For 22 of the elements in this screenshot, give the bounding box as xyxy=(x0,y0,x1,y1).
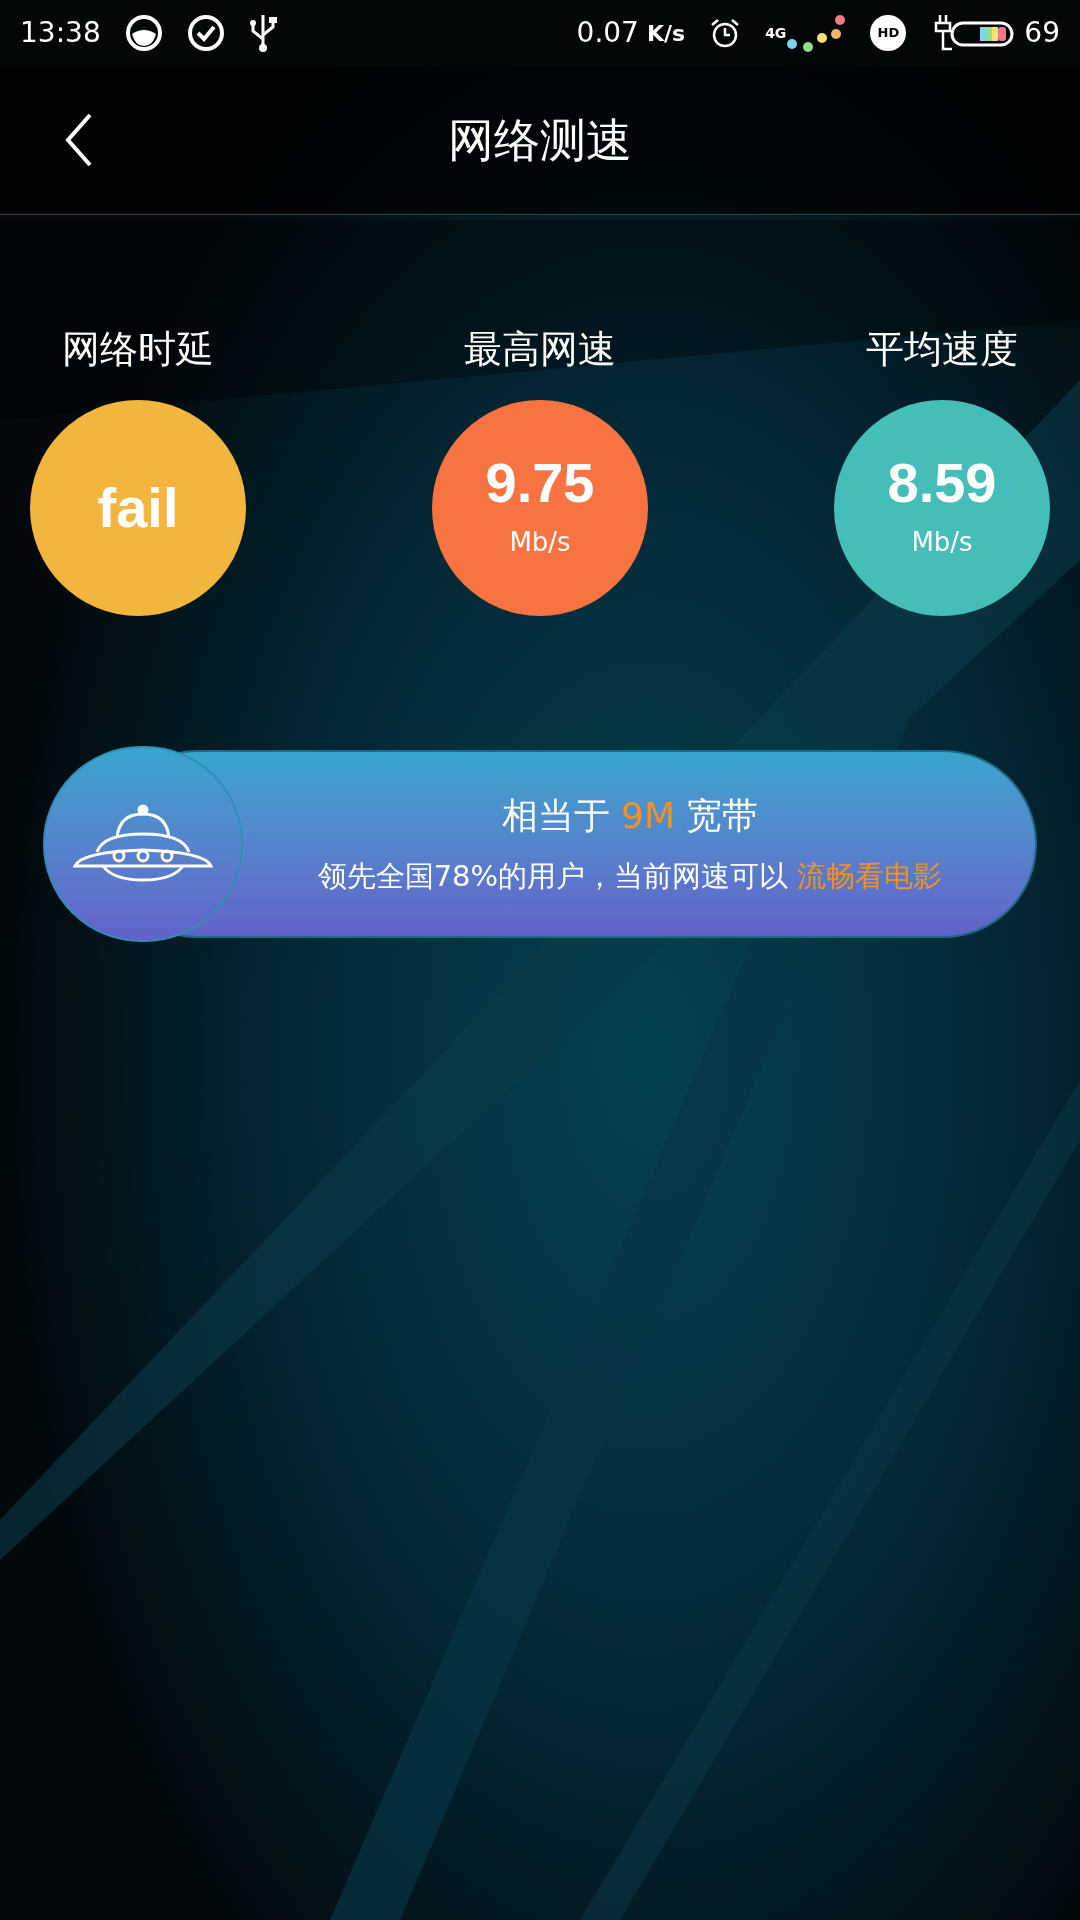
metric-value: 8.59 xyxy=(887,454,997,511)
hd-badge: HD xyxy=(870,15,907,51)
status-time: 13:38 xyxy=(20,15,101,51)
metric-label: 平均速度 xyxy=(866,326,1018,373)
ufo-icon xyxy=(73,804,213,884)
page-title: 网络测速 xyxy=(448,111,632,169)
check-circle-icon xyxy=(186,14,225,52)
metric-value: fail xyxy=(97,480,179,536)
speed-unit: K/s xyxy=(646,19,686,48)
metric-unit: Mb/s xyxy=(509,525,571,559)
equivalent-bandwidth: 相当于 9M 宽带 xyxy=(501,794,759,839)
metric-label: 最高网速 xyxy=(464,326,616,373)
metric-label: 网络时延 xyxy=(62,326,214,373)
signal-dots-icon xyxy=(786,14,847,52)
usb-icon xyxy=(248,13,277,53)
metric-value: 9.75 xyxy=(485,454,595,511)
metric-unit: Mb/s xyxy=(911,525,973,559)
battery-level: 69 xyxy=(1024,15,1060,51)
network-type: 4G xyxy=(765,26,787,40)
network-speed: 0.07 xyxy=(576,15,639,51)
face-icon xyxy=(124,14,163,52)
speed-summary: 领先全国78%的用户，当前网速可以 流畅看电影 xyxy=(317,858,943,896)
